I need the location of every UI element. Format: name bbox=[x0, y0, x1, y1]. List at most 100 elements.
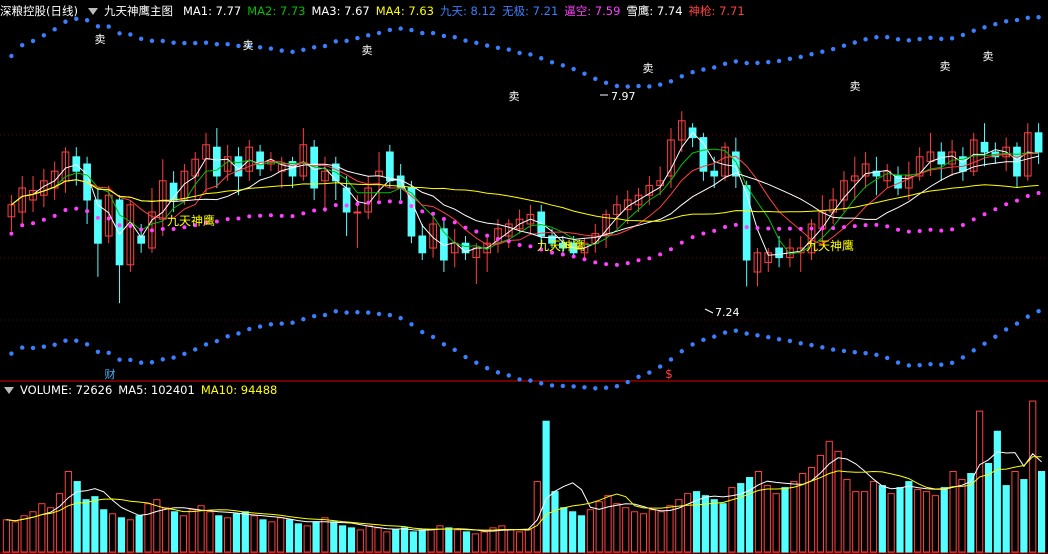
wuji-dot bbox=[874, 352, 879, 358]
indicator-value-0: MA1: 7.77 bbox=[182, 4, 242, 18]
volume-bar bbox=[533, 481, 541, 553]
jiutian-dot bbox=[776, 58, 782, 64]
jiutian-dot bbox=[484, 43, 490, 48]
volume-bar bbox=[427, 529, 435, 553]
volume-bar bbox=[852, 491, 860, 553]
volume-bar bbox=[64, 471, 72, 553]
sell-marker-7: 卖 bbox=[983, 50, 994, 63]
indicator-name[interactable]: 九天神鹰主图 bbox=[104, 2, 173, 20]
jiutian-dot bbox=[647, 84, 652, 89]
wuji-dot bbox=[1003, 327, 1009, 332]
wuji-dot bbox=[766, 334, 771, 340]
jiutian-dot bbox=[755, 60, 760, 66]
volume-bar bbox=[993, 430, 1001, 553]
volume-bar bbox=[1020, 479, 1028, 553]
bikong-dot bbox=[690, 235, 695, 240]
stock-name[interactable]: 深粮控股(日线) bbox=[0, 2, 78, 20]
volume-bar bbox=[949, 471, 957, 553]
wuji-dot bbox=[20, 345, 25, 350]
jiutian-dot bbox=[874, 35, 879, 40]
jiutian-dot bbox=[52, 27, 57, 32]
jiutian-dot bbox=[928, 35, 933, 40]
jiutian-dot bbox=[463, 38, 468, 43]
volume-bar bbox=[1029, 400, 1037, 553]
indicator-value-8: 神枪: 7.71 bbox=[688, 4, 745, 18]
volume-bar bbox=[984, 462, 993, 553]
jiutian-dot bbox=[41, 33, 47, 38]
wuji-dot bbox=[549, 383, 555, 388]
sell-marker-0: 卖 bbox=[95, 33, 106, 46]
bikong-dot bbox=[474, 229, 479, 234]
jiutian-dot bbox=[387, 27, 393, 33]
volume-bar bbox=[958, 479, 966, 553]
jiutian-dot bbox=[949, 36, 955, 41]
wuji-dot bbox=[885, 355, 890, 361]
wuji-dot bbox=[203, 342, 209, 347]
jiutian-dot bbox=[993, 22, 998, 27]
wuji-dot bbox=[247, 326, 252, 332]
volume-bar bbox=[940, 487, 948, 553]
bikong-dot bbox=[831, 226, 836, 231]
wuji-dot bbox=[484, 365, 490, 371]
volume-bar bbox=[347, 527, 356, 553]
wuji-dot bbox=[712, 334, 717, 339]
jiutian-dot bbox=[128, 32, 133, 37]
volume-bar bbox=[268, 521, 276, 553]
jiutian-dot bbox=[571, 66, 576, 72]
volume-bar bbox=[869, 481, 878, 553]
volume-bar bbox=[409, 531, 418, 553]
volume-bar bbox=[480, 531, 488, 553]
bikong-dot bbox=[971, 217, 976, 222]
wuji-dot bbox=[906, 363, 912, 368]
wuji-dot bbox=[387, 312, 393, 318]
wuji-dot bbox=[830, 347, 836, 352]
indicator-dropdown-icon[interactable] bbox=[87, 7, 98, 15]
bikong-dot bbox=[463, 225, 468, 230]
volume-bar bbox=[896, 487, 904, 553]
bikong-dot bbox=[809, 226, 814, 231]
volume-bar bbox=[277, 517, 285, 553]
jiutian-dot bbox=[344, 38, 349, 44]
jiutian-dot bbox=[841, 43, 847, 48]
volume-bar bbox=[781, 487, 789, 553]
wuji-dot bbox=[398, 315, 403, 321]
bikong-dot bbox=[712, 228, 717, 233]
bikong-dot bbox=[993, 207, 998, 212]
volume-value-2: MA10: 94488 bbox=[200, 383, 278, 397]
bikong-dot bbox=[625, 261, 630, 266]
jiutian-dot bbox=[106, 24, 111, 29]
bikong-dot bbox=[236, 216, 241, 221]
jiutian-dot bbox=[1025, 15, 1030, 21]
wuji-dot bbox=[366, 310, 371, 315]
volume-bar bbox=[418, 529, 426, 553]
volume-ma10-line bbox=[6, 456, 1042, 531]
bikong-dot bbox=[679, 240, 684, 245]
volume-bar bbox=[2, 519, 11, 553]
wuji-dot bbox=[409, 322, 414, 327]
bikong-dot bbox=[387, 199, 392, 204]
volume-dropdown-icon[interactable] bbox=[4, 386, 14, 394]
stock-chart[interactable]: 卖卖卖卖卖卖卖卖九天神鹰九天神鹰 九天神鹰财 $7.977.24 bbox=[0, 0, 1048, 554]
volume-bar bbox=[551, 491, 559, 553]
volume-bar bbox=[38, 503, 46, 553]
volume-bar bbox=[365, 525, 373, 553]
wuji-dot bbox=[9, 351, 14, 356]
bikong-dot bbox=[20, 223, 25, 228]
bikong-dot bbox=[258, 213, 263, 218]
volume-bar bbox=[834, 450, 842, 553]
bikong-dot bbox=[1036, 191, 1041, 196]
bikong-dot bbox=[52, 213, 57, 218]
jiutian-dot bbox=[117, 31, 122, 36]
wuji-dot bbox=[571, 384, 576, 389]
volume-bar bbox=[657, 511, 665, 553]
wuji-dot bbox=[776, 337, 782, 342]
jiutian-dot bbox=[452, 34, 457, 40]
volume-bar bbox=[259, 519, 267, 553]
wuji-dot bbox=[939, 362, 944, 367]
bikong-dot bbox=[647, 256, 652, 261]
bikong-dot bbox=[1014, 198, 1019, 203]
bikong-dot bbox=[506, 239, 511, 244]
wuji-dot bbox=[441, 342, 447, 347]
wuji-dot bbox=[1025, 314, 1030, 319]
bikong-dot bbox=[95, 215, 100, 220]
